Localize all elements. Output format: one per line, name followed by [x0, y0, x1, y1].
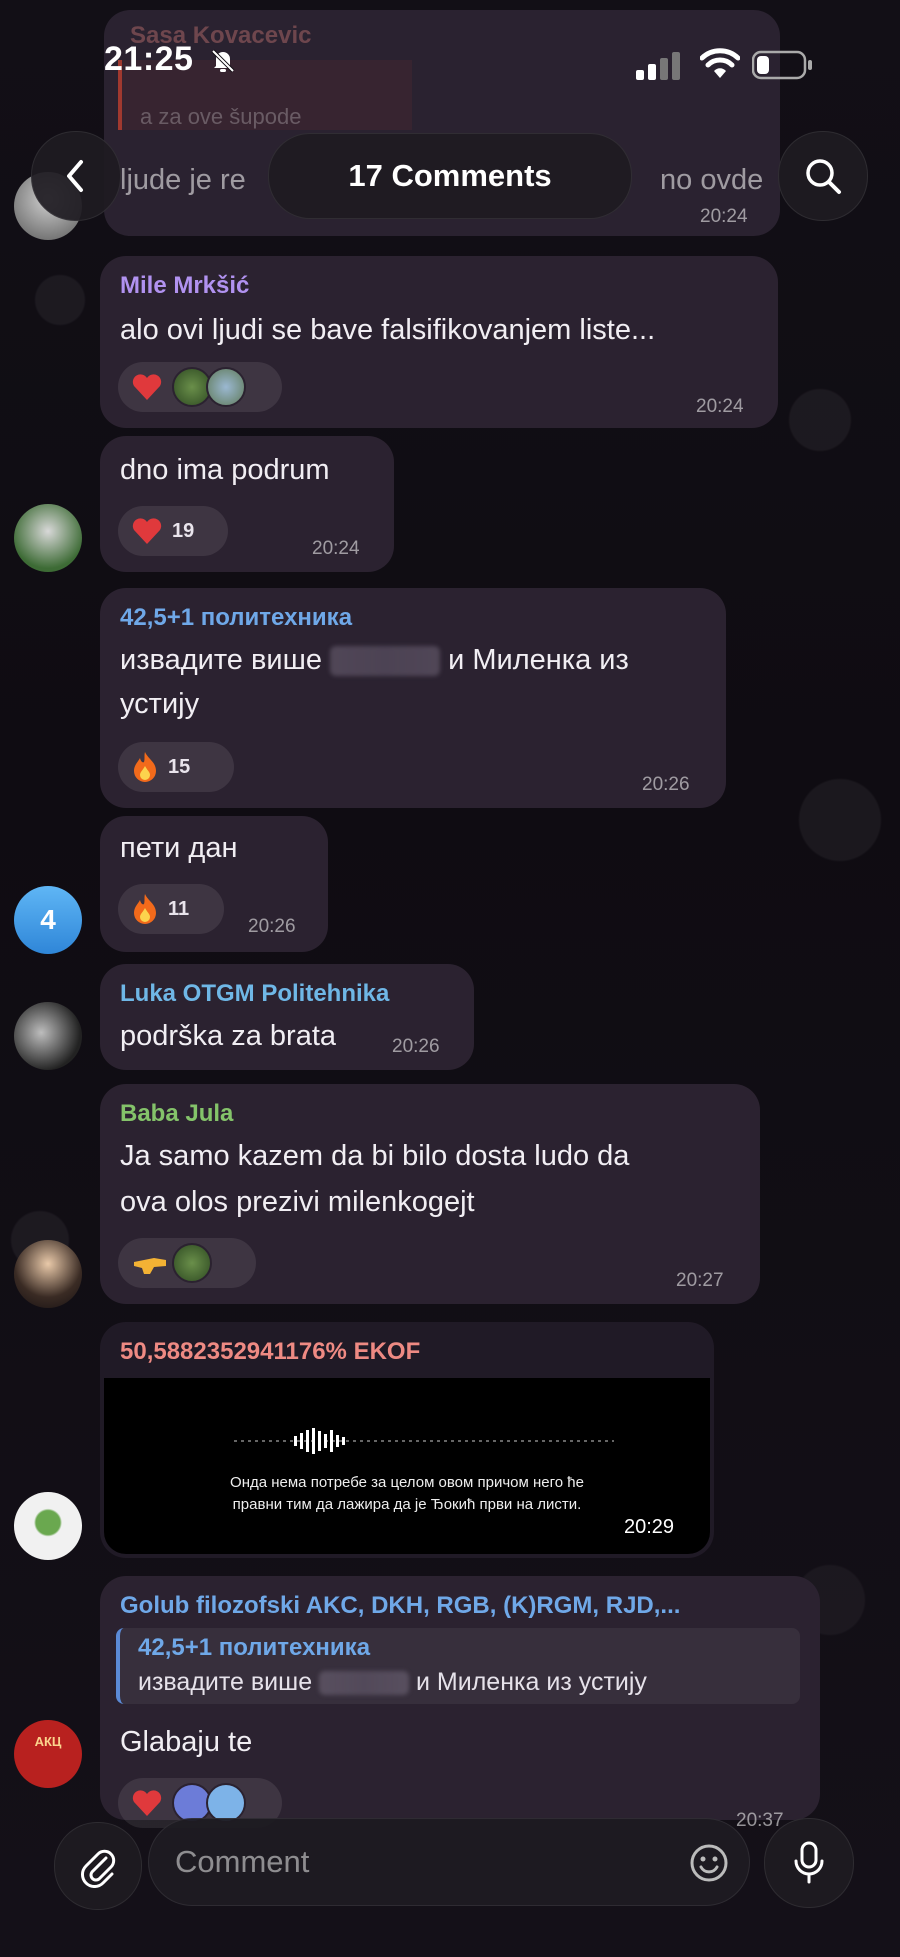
attach-button[interactable]: [54, 1822, 142, 1910]
message-text-end: и Миленка из: [448, 644, 629, 676]
message-time: 20:26: [392, 1036, 440, 1057]
heart-icon: [132, 1790, 162, 1816]
comments-title: 17 Comments: [268, 133, 632, 219]
reply-quote-name: 42,5+1 политехника: [138, 1634, 371, 1661]
message-time: 20:27: [676, 1270, 724, 1291]
partial-quote-text: a za ove šupode: [140, 104, 302, 129]
reaction-chip[interactable]: 11: [118, 884, 224, 934]
message-time: 20:26: [248, 916, 296, 937]
message-time: 20:29: [624, 1516, 675, 1538]
reactor-avatar: [172, 1243, 212, 1283]
message-text: alo ovi ljudi se bave falsifikovanjem li…: [120, 314, 656, 346]
paperclip-icon: [81, 1849, 116, 1888]
fire-icon: [134, 894, 156, 924]
avatar[interactable]: [14, 504, 82, 572]
video-caption-line1: Онда нема потребе за целом овом причом н…: [230, 1474, 584, 1491]
message-time: 20:26: [642, 774, 690, 795]
reaction-count: 11: [168, 897, 190, 920]
avatar[interactable]: [14, 1240, 82, 1308]
message-text-line2: ova olos prezivi milenkogejt: [120, 1186, 475, 1218]
sender-name[interactable]: Baba Jula: [120, 1100, 233, 1128]
audio-waveform-icon: [234, 1428, 614, 1454]
message-text: podrška za brata: [120, 1020, 337, 1052]
search-icon: [806, 159, 841, 194]
avatar[interactable]: [14, 1492, 82, 1560]
reactor-avatar: [206, 1783, 246, 1823]
battery-icon: [752, 50, 812, 80]
emoji-icon[interactable]: [689, 1843, 729, 1883]
video-message[interactable]: Онда нема потребе за целом овом причом н…: [104, 1378, 710, 1554]
reply-quote-text: извадите више и Миленка из устију: [138, 1668, 647, 1697]
fire-icon: [134, 752, 156, 782]
reactor-avatar: [206, 367, 246, 407]
message-text: Ja samo kazem da bi bilo dosta ludo da: [120, 1140, 630, 1172]
microphone-icon: [794, 1841, 824, 1884]
message-text-start: извадите више: [120, 644, 322, 676]
message-time: 20:24: [700, 206, 748, 227]
sender-name[interactable]: Golub filozofski AKC, DKH, RGB, (K)RGM, …: [120, 1592, 680, 1620]
message-text: dno ima podrum: [120, 454, 330, 486]
status-time: 21:25: [104, 40, 194, 78]
bell-muted-icon: [211, 49, 235, 73]
avatar[interactable]: АКЦ: [14, 1720, 82, 1788]
avatar-initial: 4: [40, 904, 56, 935]
message-text: Glabaju te: [120, 1726, 253, 1758]
chevron-left-icon: [67, 160, 83, 192]
heart-icon: [132, 518, 162, 544]
reaction-chip[interactable]: 19: [118, 506, 228, 556]
sender-name[interactable]: Mile Mrkšić: [120, 272, 249, 300]
comment-field[interactable]: [148, 1818, 750, 1906]
avatar[interactable]: 4: [14, 886, 82, 954]
pointing-hand-emoji-icon: [134, 1258, 166, 1274]
wifi-icon: [700, 48, 740, 78]
reaction-count: 15: [168, 755, 191, 778]
message-text: извадите више и Миленка из: [120, 640, 629, 680]
message-time: 20:24: [312, 538, 360, 559]
reply-quote-text-end: и Миленка из устију: [416, 1668, 647, 1696]
reply-quote-text-start: извадите више: [138, 1668, 313, 1696]
sender-name[interactable]: 50,5882352941176% EKOF: [120, 1338, 420, 1366]
message-text: пети дан: [120, 832, 238, 864]
redacted-blur: [330, 646, 441, 677]
avatar-label: АКЦ: [34, 1733, 62, 1749]
cellular-signal-icon: [636, 52, 680, 80]
redacted-blur: [319, 1671, 410, 1696]
sender-name[interactable]: Luka OTGM Politehnika: [120, 980, 389, 1008]
microphone-button[interactable]: [764, 1818, 854, 1908]
reaction-chip[interactable]: 15: [118, 742, 234, 792]
reply-quote[interactable]: 42,5+1 политехника извадите више и Милен…: [116, 1628, 800, 1704]
heart-icon: [132, 374, 162, 400]
message-time: 20:24: [696, 396, 744, 417]
reaction-chip[interactable]: [118, 362, 282, 412]
reaction-count: 19: [172, 519, 195, 542]
video-caption-line2: правни тим да лажира да је Ђокић први на…: [232, 1496, 582, 1513]
partial-text-tail: no ovde: [660, 164, 764, 196]
sender-name[interactable]: 42,5+1 политехника: [120, 604, 352, 632]
avatar[interactable]: [14, 1002, 82, 1070]
comment-input[interactable]: [173, 1839, 657, 1885]
message-time: 20:37: [736, 1810, 784, 1831]
back-button[interactable]: [31, 131, 121, 221]
comments-screen: 20:24 Sasa Kovacevic a za ove šupode lju…: [0, 0, 900, 1957]
reaction-chip[interactable]: [118, 1238, 256, 1288]
search-button[interactable]: [778, 131, 868, 221]
message-text-line2: устију: [120, 688, 200, 720]
partial-text: ljude je re: [120, 164, 246, 196]
